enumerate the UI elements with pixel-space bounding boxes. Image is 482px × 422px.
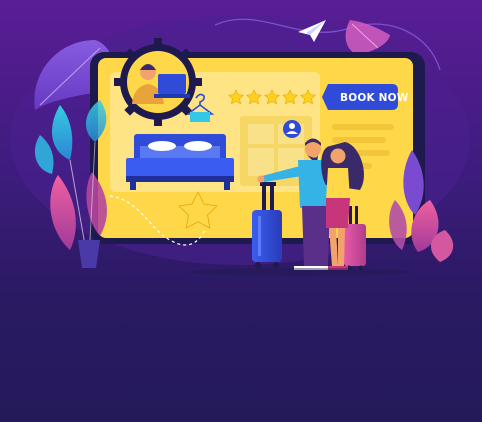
user-avatar-icon [283, 120, 301, 138]
support-agent-icon [114, 38, 202, 126]
floor-shadow [190, 268, 410, 276]
hotel-booking-illustration: BOOK NOW [10, 15, 470, 276]
book-now-button[interactable]: BOOK NOW [322, 84, 409, 110]
bed-icon [126, 134, 234, 190]
book-now-label: BOOK NOW [340, 92, 409, 104]
